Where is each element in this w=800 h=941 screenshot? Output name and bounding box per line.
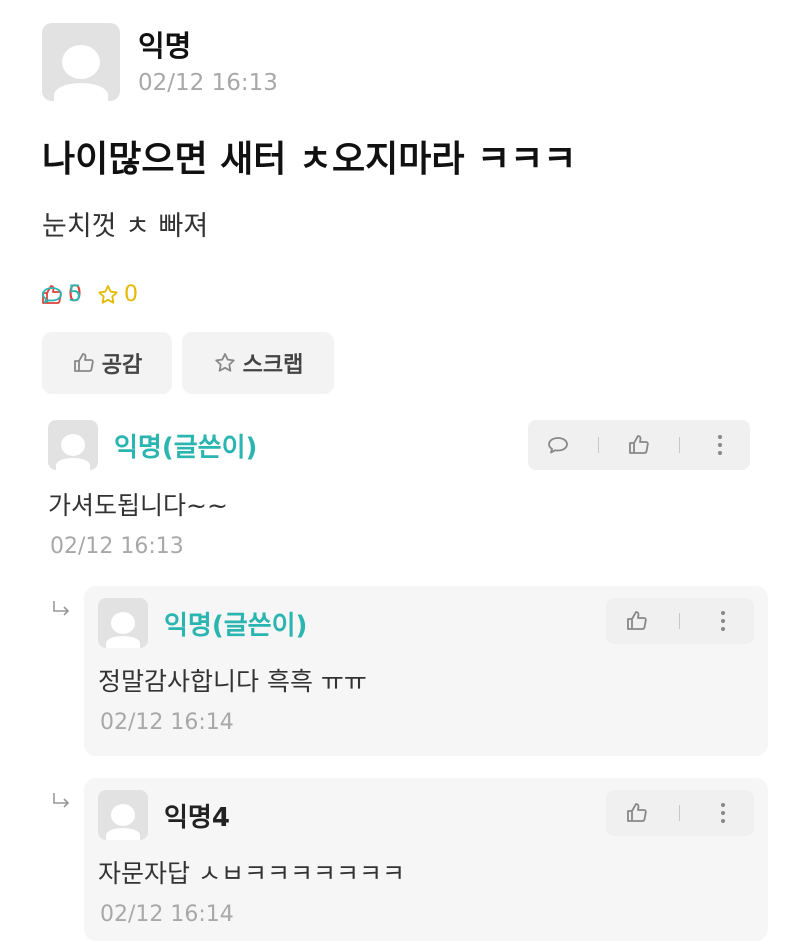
reply-time: 02/12 16:14 (100, 710, 234, 735)
reply-text: 정말감사합니다 흑흑 ㅠㅠ (98, 667, 367, 696)
divider (679, 437, 680, 453)
reply-button[interactable] (538, 425, 578, 465)
speech-bubble-icon (548, 437, 568, 454)
star-icon (98, 284, 118, 304)
post-stats: 0 5 0 (40, 282, 152, 307)
divider (679, 805, 681, 821)
reply-time: 02/12 16:14 (100, 902, 234, 927)
speech-bubble-icon (42, 286, 62, 303)
post-body: 눈치껏 ㅊ 빠져 (42, 211, 209, 242)
divider (598, 437, 599, 453)
author-block: 익명 02/12 16:13 (138, 28, 278, 96)
post-header: 익명 02/12 16:13 (42, 22, 278, 102)
reply-author: 익명4 (164, 802, 230, 833)
post-time: 02/12 16:13 (138, 70, 278, 96)
scrap-button-label: 스크랩 (242, 353, 304, 378)
reply-item: 익명(글쓴이) 정말감사합니다 흑흑 ㅠㅠ 02/12 16:14 (84, 586, 768, 756)
thumbs-up-icon (629, 435, 649, 454)
reply-text: 자문자답 ㅅㅂㅋㅋㅋㅋㅋㅋㅋ (98, 859, 405, 888)
reply-toolbar (606, 790, 754, 836)
reply-arrow-icon (53, 601, 70, 616)
divider (679, 613, 681, 629)
post-author: 익명 (138, 29, 192, 63)
reply-author: 익명(글쓴이) (164, 610, 308, 641)
comment-avatar[interactable] (48, 420, 98, 470)
comment-toolbar (528, 420, 750, 470)
comment-count-value: 5 (68, 282, 82, 307)
kebab-menu-icon[interactable] (703, 601, 743, 641)
default-avatar-icon (111, 612, 135, 634)
reply-header: 익명(글쓴이) (98, 598, 307, 648)
empathy-button-label: 공감 (101, 353, 143, 378)
post-title: 나이많으면 새터 ㅊ오지마라 ㅋㅋㅋ (42, 139, 577, 180)
reply-like-button[interactable] (617, 601, 657, 641)
reply-header: 익명4 (98, 790, 230, 840)
default-avatar-icon (61, 434, 85, 456)
star-icon (214, 353, 235, 372)
reply-like-button[interactable] (617, 793, 657, 833)
kebab-menu-icon[interactable] (703, 793, 743, 833)
thumbs-up-icon (627, 803, 647, 822)
comment-count: 5 (40, 282, 82, 307)
comment-like-button[interactable] (619, 425, 659, 465)
scrap-count: 0 (96, 282, 138, 307)
scrap-button[interactable]: 스크랩 (182, 332, 334, 394)
thumbs-up-icon (73, 353, 94, 372)
default-avatar-icon (111, 804, 135, 826)
kebab-menu-icon[interactable] (700, 425, 740, 465)
scrap-count-value: 0 (124, 282, 138, 307)
default-avatar-icon (62, 45, 100, 79)
reply-avatar[interactable] (98, 790, 148, 840)
empathy-button[interactable]: 공감 (42, 332, 172, 394)
reply-item: 익명4 자문자답 ㅅㅂㅋㅋㅋㅋㅋㅋㅋ 02/12 16:14 (84, 778, 768, 941)
comment-time: 02/12 16:13 (50, 534, 184, 559)
reply-avatar[interactable] (98, 598, 148, 648)
author-avatar[interactable] (42, 23, 120, 101)
thumbs-up-icon (627, 611, 647, 630)
reply-toolbar (606, 598, 754, 644)
comment-text: 가셔도됩니다~~ (48, 491, 228, 520)
reply-arrow-icon (53, 793, 70, 808)
comment-author: 익명(글쓴이) (114, 432, 258, 463)
